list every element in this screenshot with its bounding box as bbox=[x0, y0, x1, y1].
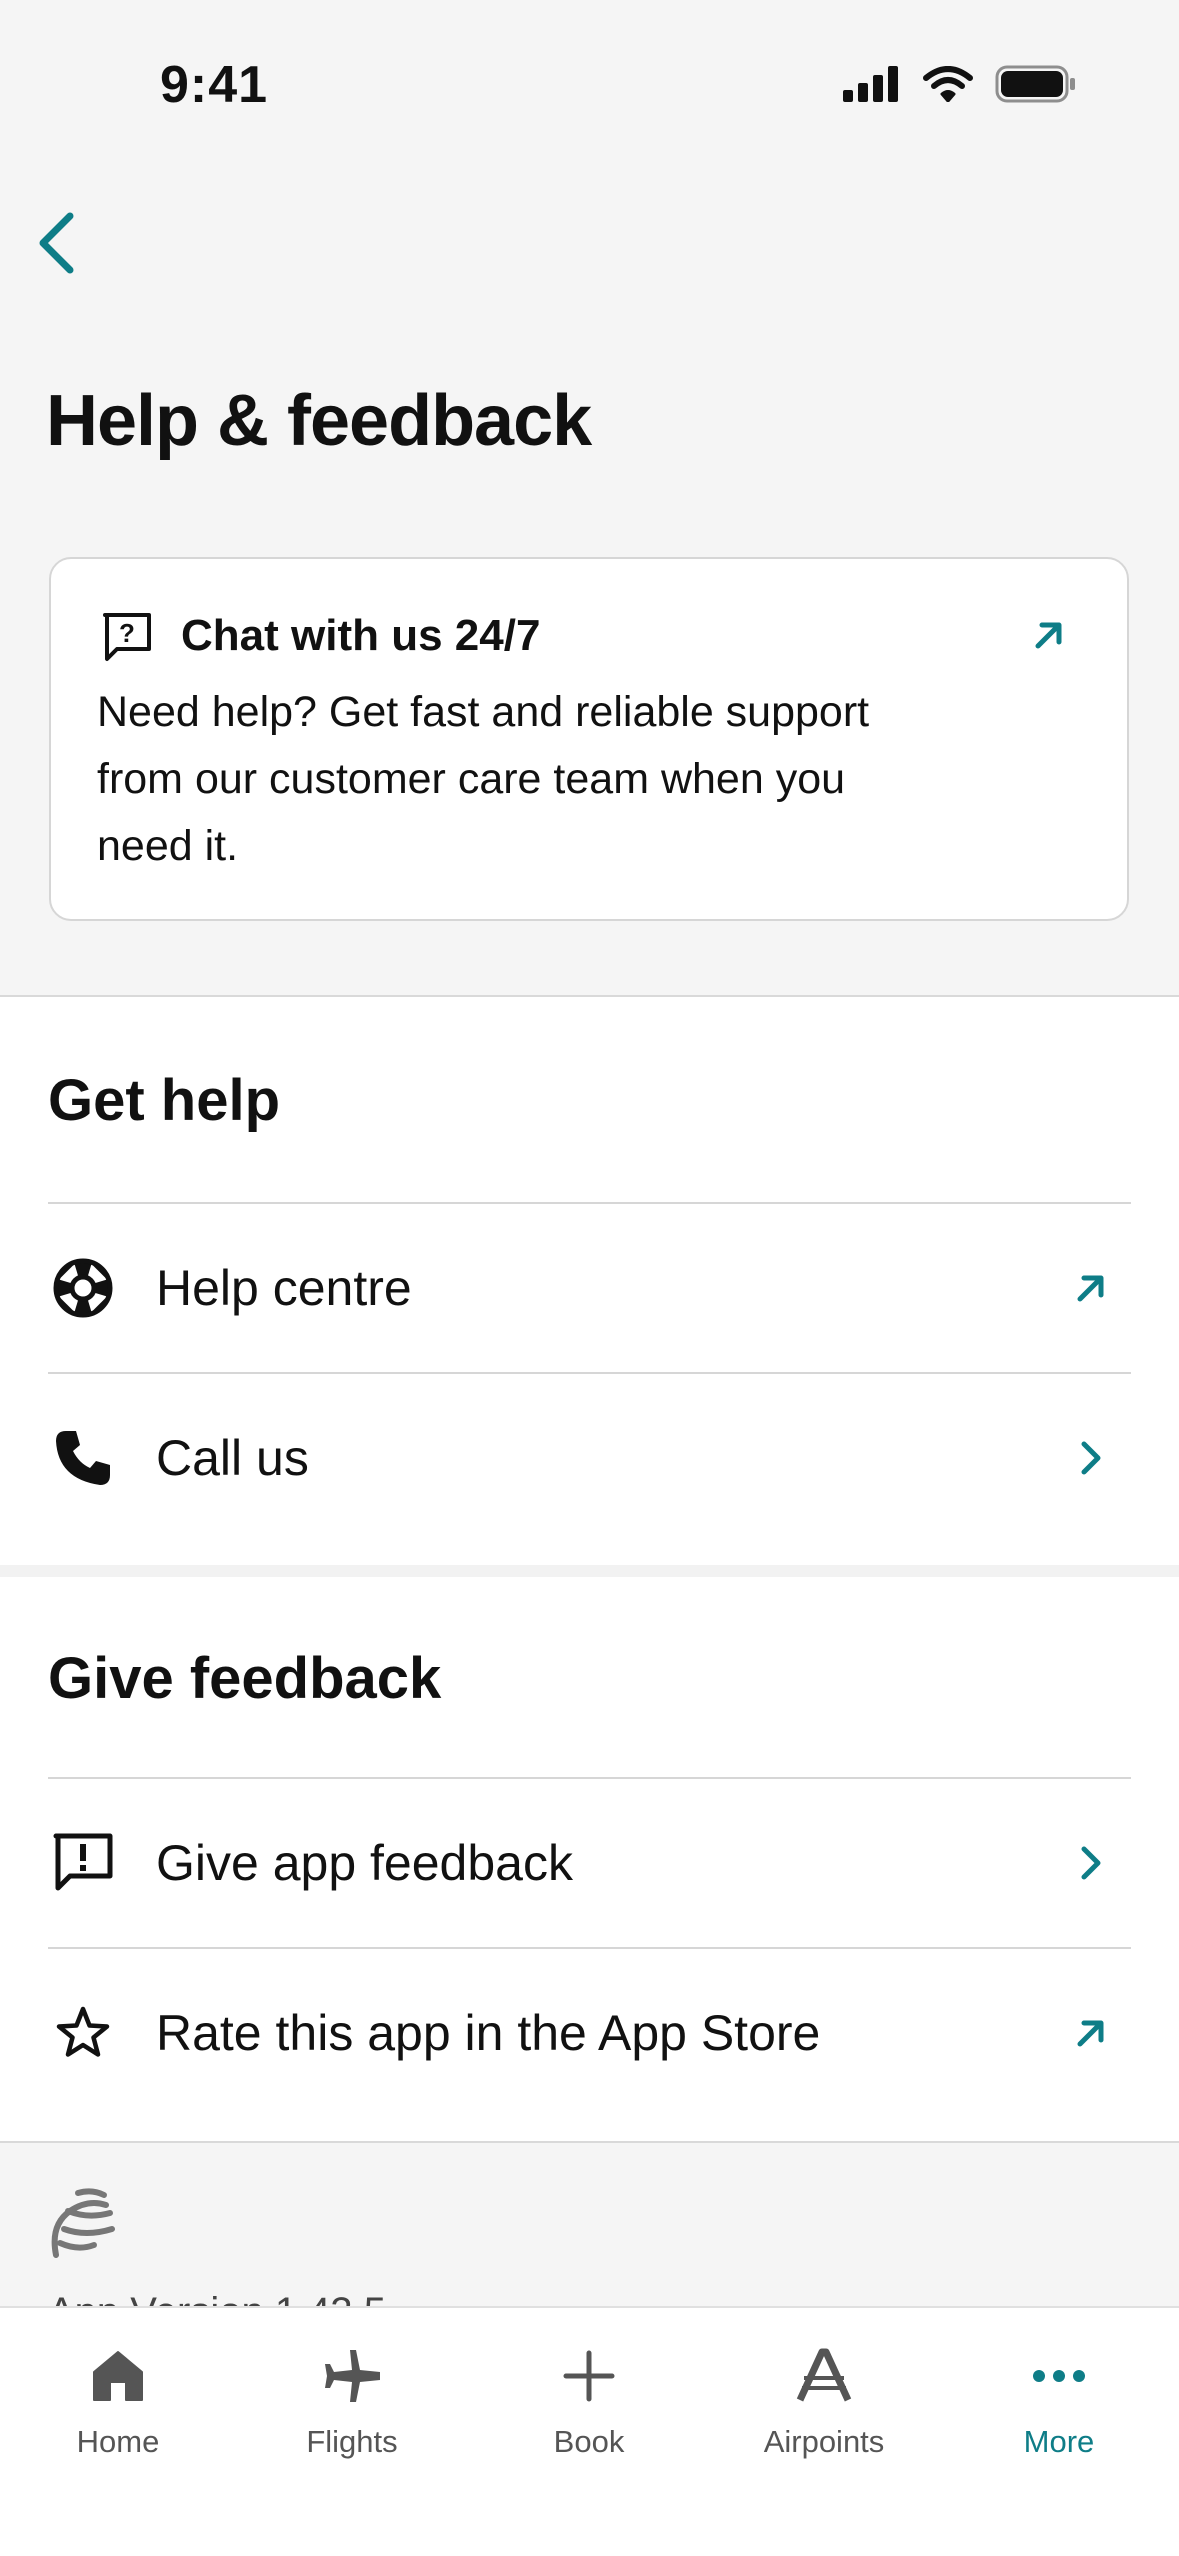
call-us-label: Call us bbox=[156, 1430, 309, 1486]
tab-flights-label: Flights bbox=[306, 2424, 398, 2459]
tab-bar: Home Flights Book Airpoints More bbox=[0, 2306, 1179, 2556]
tab-book[interactable]: Book bbox=[494, 2336, 684, 2486]
chat-card-title: Chat with us 24/7 bbox=[181, 611, 541, 660]
lifebuoy-icon bbox=[50, 1255, 116, 1321]
chevron-right-icon bbox=[1071, 1843, 1111, 1883]
tab-book-label: Book bbox=[553, 2424, 625, 2459]
plane-icon bbox=[257, 2336, 447, 2416]
status-icons bbox=[843, 64, 1077, 108]
koru-logo-icon bbox=[48, 2185, 118, 2266]
call-us-row[interactable]: Call us bbox=[48, 1372, 1131, 1542]
feedback-icon bbox=[50, 1830, 116, 1896]
battery-icon bbox=[995, 65, 1077, 108]
tab-airpoints[interactable]: Airpoints bbox=[729, 2336, 919, 2486]
more-dots-icon bbox=[964, 2336, 1154, 2416]
tab-airpoints-label: Airpoints bbox=[763, 2424, 885, 2459]
status-time: 9:41 bbox=[160, 56, 269, 114]
give-app-feedback-row[interactable]: Give app feedback bbox=[48, 1777, 1131, 1947]
page-title: Help & feedback bbox=[46, 381, 592, 461]
tab-home-label: Home bbox=[76, 2424, 160, 2459]
give-app-feedback-label: Give app feedback bbox=[156, 1835, 573, 1891]
back-button[interactable] bbox=[18, 205, 94, 281]
chevron-right-icon bbox=[1071, 1438, 1111, 1478]
external-arrow-icon bbox=[1071, 2013, 1111, 2053]
svg-text:?: ? bbox=[119, 618, 135, 648]
tab-more-label: More bbox=[1023, 2424, 1095, 2459]
tab-more[interactable]: More bbox=[964, 2336, 1154, 2486]
help-centre-label: Help centre bbox=[156, 1260, 412, 1316]
give-feedback-title: Give feedback bbox=[48, 1646, 442, 1711]
give-feedback-section: Give feedback Give app feedback Rate thi… bbox=[0, 1577, 1179, 2141]
wifi-icon bbox=[923, 65, 973, 107]
get-help-title: Get help bbox=[48, 1068, 281, 1133]
get-help-section: Get help Help centre Call us bbox=[0, 995, 1179, 1567]
help-centre-row[interactable]: Help centre bbox=[48, 1202, 1131, 1372]
chat-question-icon: ? bbox=[101, 611, 153, 668]
signal-icon bbox=[843, 65, 901, 107]
phone-icon bbox=[50, 1425, 116, 1491]
plus-icon bbox=[494, 2336, 684, 2416]
star-icon bbox=[50, 2000, 116, 2066]
chat-card[interactable]: ? Chat with us 24/7 Need help? Get fast … bbox=[49, 557, 1129, 921]
section-gap bbox=[0, 1565, 1179, 1577]
external-arrow-icon bbox=[1031, 617, 1067, 658]
rate-app-label: Rate this app in the App Store bbox=[156, 2005, 821, 2061]
external-arrow-icon bbox=[1071, 1268, 1111, 1308]
tab-flights[interactable]: Flights bbox=[257, 2336, 447, 2486]
rate-app-row[interactable]: Rate this app in the App Store bbox=[48, 1947, 1131, 2117]
airpoints-icon bbox=[729, 2336, 919, 2416]
home-icon bbox=[23, 2336, 213, 2416]
tab-home[interactable]: Home bbox=[23, 2336, 213, 2486]
chat-card-body: Need help? Get fast and reliable support… bbox=[97, 688, 870, 870]
chevron-left-icon bbox=[39, 212, 74, 274]
